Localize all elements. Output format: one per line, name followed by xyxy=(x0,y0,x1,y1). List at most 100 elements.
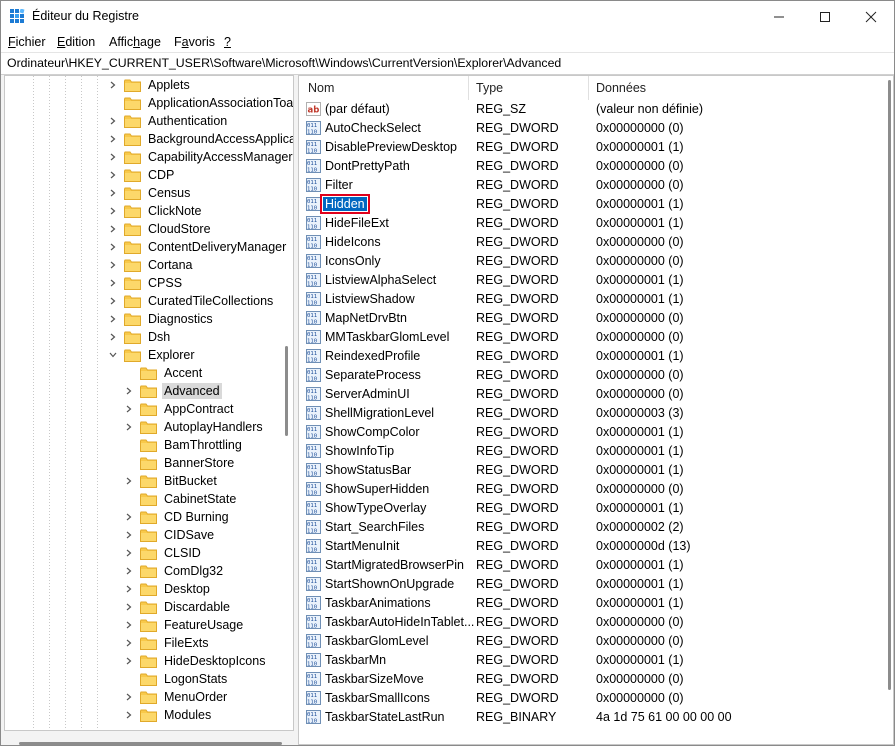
value-row[interactable]: 011 110 ShowCompColor REG_DWORD 0x00000001 (… xyxy=(299,423,879,442)
column-header-data[interactable]: Données xyxy=(596,76,796,100)
chevron-right-icon[interactable] xyxy=(124,512,134,522)
tree-node[interactable]: BannerStore xyxy=(124,454,236,472)
chevron-right-icon[interactable] xyxy=(124,656,134,666)
value-row[interactable]: 011 110 ShowInfoTip REG_DWORD 0x00000001 (1) xyxy=(299,442,879,461)
chevron-right-icon[interactable] xyxy=(124,476,134,486)
tree-node[interactable]: MenuOrder xyxy=(124,688,229,706)
value-row[interactable]: 011 110 Start_SearchFiles REG_DWORD 0x000000… xyxy=(299,518,879,537)
value-row[interactable]: 011 110 TaskbarGlomLevel REG_DWORD 0x0000000… xyxy=(299,632,879,651)
column-header-type[interactable]: Type xyxy=(476,76,586,100)
value-row[interactable]: 011 110 ShowSuperHidden REG_DWORD 0x00000000… xyxy=(299,480,879,499)
tree-horizontal-scrollbar[interactable] xyxy=(19,742,282,745)
tree-node[interactable]: Discardable xyxy=(124,598,232,616)
chevron-right-icon[interactable] xyxy=(108,152,118,162)
menu-fichier[interactable]: Fichier xyxy=(8,35,46,49)
value-row[interactable]: 011 110 TaskbarSmallIcons REG_DWORD 0x000000… xyxy=(299,689,879,708)
tree-node[interactable]: ClickNote xyxy=(108,202,204,220)
tree-node[interactable]: Authentication xyxy=(108,112,229,130)
value-row[interactable]: 011 110 ShellMigrationLevel REG_DWORD 0x0000… xyxy=(299,404,879,423)
chevron-right-icon[interactable] xyxy=(108,206,118,216)
chevron-right-icon[interactable] xyxy=(124,530,134,540)
column-separator[interactable] xyxy=(468,76,469,100)
value-row[interactable]: 011 110 DontPrettyPath REG_DWORD 0x00000000 … xyxy=(299,157,879,176)
tree-node[interactable]: AppContract xyxy=(124,400,235,418)
maximize-button[interactable] xyxy=(802,1,848,32)
tree-node[interactable]: ComDlg32 xyxy=(124,562,225,580)
tree-node[interactable]: Diagnostics xyxy=(108,310,215,328)
value-row[interactable]: 011 110 TaskbarSizeMove REG_DWORD 0x00000000… xyxy=(299,670,879,689)
chevron-right-icon[interactable] xyxy=(124,710,134,720)
chevron-right-icon[interactable] xyxy=(108,260,118,270)
value-row[interactable]: 011 110 TaskbarStateLastRun REG_BINARY 4a 1d… xyxy=(299,708,879,727)
chevron-right-icon[interactable] xyxy=(108,116,118,126)
chevron-right-icon[interactable] xyxy=(108,134,118,144)
menu-edition[interactable]: Edition xyxy=(57,35,95,49)
tree-node[interactable]: LogonStats xyxy=(124,670,229,688)
tree-node[interactable]: Census xyxy=(108,184,192,202)
close-button[interactable] xyxy=(848,1,894,32)
value-row[interactable]: 011 110 StartShownOnUpgrade REG_DWORD 0x0000… xyxy=(299,575,879,594)
value-row[interactable]: 011 110 ServerAdminUI REG_DWORD 0x00000000 (… xyxy=(299,385,879,404)
chevron-right-icon[interactable] xyxy=(124,566,134,576)
tree-node[interactable]: Explorer xyxy=(108,346,197,364)
value-row[interactable]: ab (par défaut) REG_SZ (valeur non définie) xyxy=(299,100,879,119)
chevron-right-icon[interactable] xyxy=(108,242,118,252)
chevron-right-icon[interactable] xyxy=(124,404,134,414)
value-row[interactable]: 011 110 SeparateProcess REG_DWORD 0x00000000… xyxy=(299,366,879,385)
tree-node[interactable]: CPSS xyxy=(108,274,184,292)
value-row[interactable]: 011 110 ReindexedProfile REG_DWORD 0x0000000… xyxy=(299,347,879,366)
value-row[interactable]: 011 110 MMTaskbarGlomLevel REG_DWORD 0x00000… xyxy=(299,328,879,347)
values-list-pane[interactable]: Nom Type Données ab (par défaut) REG_SZ (va… xyxy=(298,75,894,745)
tree-node[interactable]: HideDesktopIcons xyxy=(124,652,267,670)
tree-node[interactable]: Dsh xyxy=(108,328,172,346)
minimize-button[interactable] xyxy=(756,1,802,32)
tree-node[interactable]: CuratedTileCollections xyxy=(108,292,275,310)
tree-node[interactable]: CabinetState xyxy=(124,490,238,508)
tree-node[interactable]: Cortana xyxy=(108,256,194,274)
value-row[interactable]: 011 110 StartMenuInit REG_DWORD 0x0000000d (… xyxy=(299,537,879,556)
tree-node[interactable]: CD Burning xyxy=(124,508,231,526)
tree-node[interactable]: AutoplayHandlers xyxy=(124,418,265,436)
tree-node[interactable]: BitBucket xyxy=(124,472,219,490)
menu-affichage[interactable]: Affichage xyxy=(109,35,161,49)
value-row[interactable]: 011 110 StartMigratedBrowserPin REG_DWORD 0x… xyxy=(299,556,879,575)
value-row[interactable]: 011 110 Hidden REG_DWORD 0x00000001 (1) xyxy=(299,194,879,214)
tree-node[interactable]: ContentDeliveryManager xyxy=(108,238,288,256)
address-path[interactable]: Ordinateur\HKEY_CURRENT_USER\Software\Mi… xyxy=(7,56,561,70)
chevron-right-icon[interactable] xyxy=(124,692,134,702)
tree-node[interactable]: BamThrottling xyxy=(124,436,244,454)
values-vertical-scrollbar[interactable] xyxy=(888,80,891,690)
chevron-right-icon[interactable] xyxy=(124,548,134,558)
chevron-right-icon[interactable] xyxy=(124,584,134,594)
menu-favoris[interactable]: Favoris xyxy=(174,35,215,49)
column-separator[interactable] xyxy=(588,76,589,100)
value-row[interactable]: 011 110 AutoCheckSelect REG_DWORD 0x00000000… xyxy=(299,119,879,138)
value-row[interactable]: 011 110 ShowTypeOverlay REG_DWORD 0x00000001… xyxy=(299,499,879,518)
chevron-right-icon[interactable] xyxy=(108,332,118,342)
value-row[interactable]: 011 110 ListviewShadow REG_DWORD 0x00000001 … xyxy=(299,290,879,309)
chevron-right-icon[interactable] xyxy=(124,638,134,648)
chevron-right-icon[interactable] xyxy=(108,224,118,234)
tree-node[interactable]: CDP xyxy=(108,166,176,184)
chevron-right-icon[interactable] xyxy=(108,314,118,324)
chevron-right-icon[interactable] xyxy=(124,602,134,612)
value-row[interactable]: 011 110 TaskbarAnimations REG_DWORD 0x000000… xyxy=(299,594,879,613)
title-bar[interactable]: Éditeur du Registre xyxy=(1,1,894,32)
value-row[interactable]: 011 110 MapNetDrvBtn REG_DWORD 0x00000000 (0… xyxy=(299,309,879,328)
tree-node[interactable]: FeatureUsage xyxy=(124,616,245,634)
value-row[interactable]: 011 110 DisablePreviewDesktop REG_DWORD 0x00… xyxy=(299,138,879,157)
chevron-right-icon[interactable] xyxy=(108,296,118,306)
chevron-right-icon[interactable] xyxy=(124,620,134,630)
tree-node[interactable]: Advanced xyxy=(124,382,222,400)
value-row[interactable]: 011 110 ListviewAlphaSelect REG_DWORD 0x0000… xyxy=(299,271,879,290)
chevron-right-icon[interactable] xyxy=(108,278,118,288)
address-bar[interactable]: Ordinateur\HKEY_CURRENT_USER\Software\Mi… xyxy=(1,52,894,75)
column-header-name[interactable]: Nom xyxy=(308,76,468,100)
chevron-right-icon[interactable] xyxy=(124,422,134,432)
tree-node[interactable]: CIDSave xyxy=(124,526,216,544)
value-row[interactable]: 011 110 Filter REG_DWORD 0x00000000 (0) xyxy=(299,176,879,195)
tree-node[interactable]: CapabilityAccessManager xyxy=(108,148,293,166)
tree-vertical-scrollbar[interactable] xyxy=(285,346,288,436)
tree-node[interactable]: Desktop xyxy=(124,580,212,598)
tree-node[interactable]: CLSID xyxy=(124,544,203,562)
